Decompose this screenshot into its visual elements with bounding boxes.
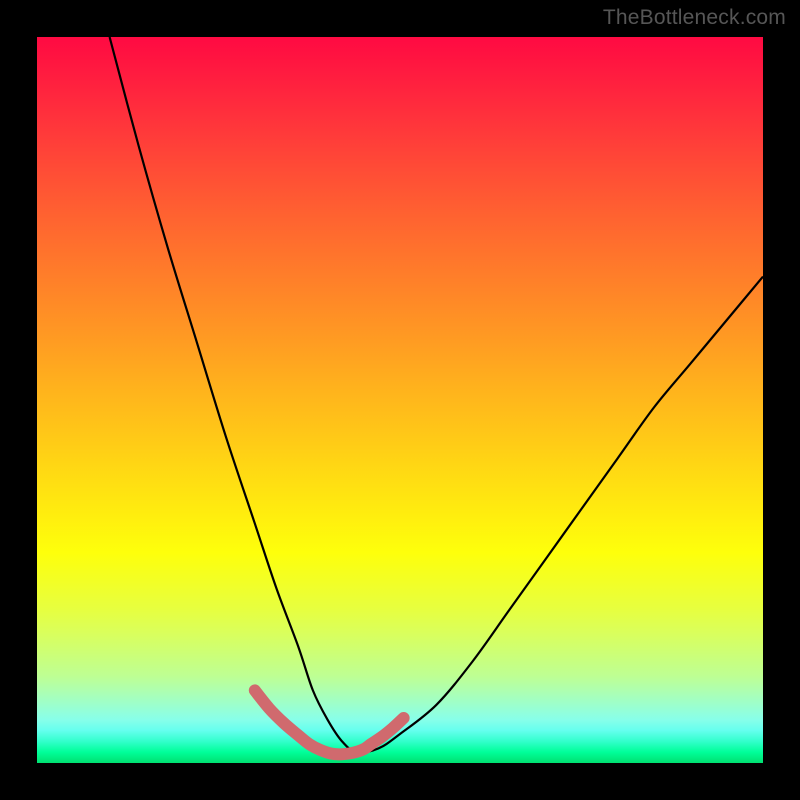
chart-frame: TheBottleneck.com	[0, 0, 800, 800]
plot-area	[37, 37, 763, 763]
watermark-text: TheBottleneck.com	[603, 6, 786, 30]
bottleneck-curve	[110, 37, 763, 752]
curve-layer	[37, 37, 763, 763]
